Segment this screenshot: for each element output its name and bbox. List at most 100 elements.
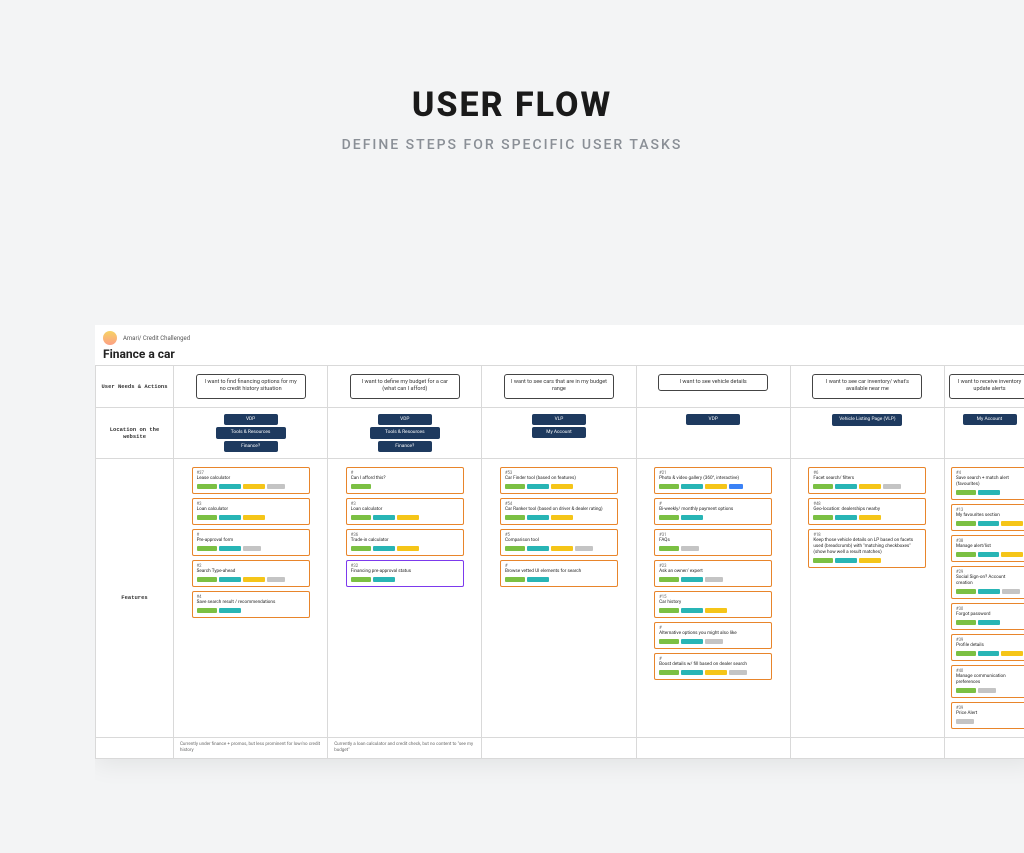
need-box[interactable]: I want to see car inventory/ what's avai… [812, 374, 922, 399]
feature-card[interactable]: #3Loan calculator [346, 498, 464, 525]
feature-cell: #21Photo & video gallery (360°, interact… [641, 465, 786, 682]
feature-score-bars [813, 558, 921, 563]
feature-card[interactable]: #Browse vetted UI elements for search [500, 560, 618, 587]
location-chip[interactable]: VLP [532, 414, 586, 425]
feature-title: Car Finder tool (based on features) [505, 476, 613, 482]
feature-card[interactable]: #21Photo & video gallery (360°, interact… [654, 467, 772, 494]
feature-cell: #Can I afford this? #3Loan calculator #36T… [332, 465, 477, 589]
feature-card[interactable]: #Pre-approval form [192, 529, 310, 556]
location-chip[interactable]: Finance? [224, 441, 278, 452]
need-box[interactable]: I want to see cars that are in my budget… [504, 374, 614, 399]
need-box[interactable]: I want to find financing options for my … [196, 374, 306, 399]
feature-score-bars [956, 651, 1023, 656]
feature-cell: #6Facet search/ filters #48Geo-location: … [795, 465, 940, 570]
feature-title: Bi-weekly/ monthly payment options [659, 507, 767, 513]
feature-score-bars [956, 521, 1023, 526]
feature-card[interactable]: #29Social Sign-on? Account creation [951, 566, 1024, 599]
feature-card[interactable]: #30Forgot password [951, 603, 1024, 630]
feature-card[interactable]: #23Ask an owner/ expert [654, 560, 772, 587]
feature-card[interactable]: #15Car history [654, 591, 772, 618]
feature-score-bars [505, 515, 613, 520]
note-cell [636, 737, 790, 759]
feature-card[interactable]: #Can I afford this? [346, 467, 464, 494]
need-box[interactable]: I want to receive inventory update alert… [949, 374, 1024, 399]
feature-card[interactable]: #Boost details w/ fill based on dealer s… [654, 653, 772, 680]
feature-score-bars [813, 515, 921, 520]
row-notes: Currently under finance + promos, but le… [96, 737, 1024, 759]
feature-score-bars [197, 608, 305, 613]
feature-card[interactable]: #6Facet search/ filters [808, 467, 926, 494]
feature-title: Forgot password [956, 612, 1023, 618]
location-chip[interactable]: My Account [532, 427, 586, 438]
feature-score-bars [956, 490, 1023, 495]
row-label-location: Location on the website [96, 407, 174, 458]
feature-title: Loan calculator [351, 507, 459, 513]
feature-score-bars [956, 620, 1023, 625]
feature-score-bars [505, 484, 613, 489]
feature-title: Lease calculator [197, 476, 305, 482]
feature-card[interactable]: #Alternative options you might also like [654, 622, 772, 649]
feature-score-bars [956, 719, 1023, 724]
feature-card[interactable]: #38Manage alert/list [951, 535, 1024, 562]
feature-card[interactable]: #13My favourites section [951, 504, 1024, 531]
feature-title: Social Sign-on? Account creation [956, 575, 1023, 587]
need-box[interactable]: I want to define my budget for a car (wh… [350, 374, 460, 399]
feature-card[interactable]: #18Keep those vehicle details on LP base… [808, 529, 926, 568]
location-chip[interactable]: Tools & Resources [370, 427, 440, 439]
location-chip[interactable]: Tools & Resources [216, 427, 286, 439]
persona-name: Amari/ Credit Challenged [123, 335, 190, 342]
location-chip[interactable]: Finance? [378, 441, 432, 452]
feature-title: Browse vetted UI elements for search [505, 569, 613, 575]
feature-title: Ask an owner/ expert [659, 569, 767, 575]
feature-card[interactable]: #32Financing pre-approval status [346, 560, 464, 587]
feature-card[interactable]: #54Car Ranker tool (based on driver & de… [500, 498, 618, 525]
location-chip[interactable]: My Account [963, 414, 1017, 425]
feature-card[interactable]: #4Save search result / recommendations [192, 591, 310, 618]
feature-title: FAQs [659, 538, 767, 544]
feature-card[interactable]: #31FAQs [654, 529, 772, 556]
user-flow-board: Amari/ Credit Challenged Finance a car U… [95, 325, 1024, 759]
feature-card[interactable]: #Bi-weekly/ monthly payment options [654, 498, 772, 525]
feature-card[interactable]: #2Search Type-ahead [192, 560, 310, 587]
feature-score-bars [813, 484, 921, 489]
feature-score-bars [659, 577, 767, 582]
feature-score-bars [351, 546, 459, 551]
feature-score-bars [659, 546, 767, 551]
location-chip[interactable]: Vehicle Listing Page (VLP) [832, 414, 902, 426]
feature-title: Save search + match alert (favourites) [956, 476, 1023, 488]
feature-title: Price Alert [956, 711, 1023, 717]
row-label-notes [96, 737, 174, 759]
feature-card[interactable]: #40Manage communication preferences [951, 665, 1024, 698]
need-box[interactable]: I want to see vehicle details [658, 374, 768, 391]
feature-title: Alternative options you might also like [659, 631, 767, 637]
feature-title: Facet search/ filters [813, 476, 921, 482]
location-chip[interactable]: VDP [224, 414, 278, 425]
feature-title: Geo-location: dealerships nearby [813, 507, 921, 513]
page-subtitle: DEFINE STEPS FOR SPECIFIC USER TASKS [0, 137, 1024, 153]
page-title: USER FLOW [0, 85, 1024, 125]
feature-cell: #37Lease calculator #3Loan calculator #Pre… [178, 465, 323, 620]
feature-card[interactable]: #5Comparison tool [500, 529, 618, 556]
feature-score-bars [659, 484, 767, 489]
feature-card[interactable]: #36Trade-in calculator [346, 529, 464, 556]
feature-card[interactable]: #39Profile details [951, 634, 1024, 661]
feature-title: Loan calculator [197, 507, 305, 513]
feature-title: Search Type-ahead [197, 569, 305, 575]
feature-card[interactable]: #4Save search + match alert (favourites) [951, 467, 1024, 500]
location-cell: VLP My Account [486, 414, 631, 438]
feature-title: Photo & video gallery (360°, interactive… [659, 476, 767, 482]
feature-score-bars [351, 515, 459, 520]
location-cell: My Account [949, 414, 1024, 425]
location-chip[interactable]: VDP [686, 414, 740, 425]
feature-card[interactable]: #53Car Finder tool (based on features) [500, 467, 618, 494]
location-chip[interactable]: VDP [378, 414, 432, 425]
feature-score-bars [956, 552, 1023, 557]
feature-title: Keep those vehicle details on LP based o… [813, 538, 921, 556]
feature-card[interactable]: #3Loan calculator [192, 498, 310, 525]
note-cell: Currently a loan calculator and credit c… [328, 737, 482, 759]
note-cell [945, 737, 1024, 759]
feature-card[interactable]: #48Geo-location: dealerships nearby [808, 498, 926, 525]
feature-card[interactable]: #37Lease calculator [192, 467, 310, 494]
feature-card[interactable]: #39Price Alert [951, 702, 1024, 729]
user-flow-board-wrap: Amari/ Credit Challenged Finance a car U… [95, 325, 1024, 853]
